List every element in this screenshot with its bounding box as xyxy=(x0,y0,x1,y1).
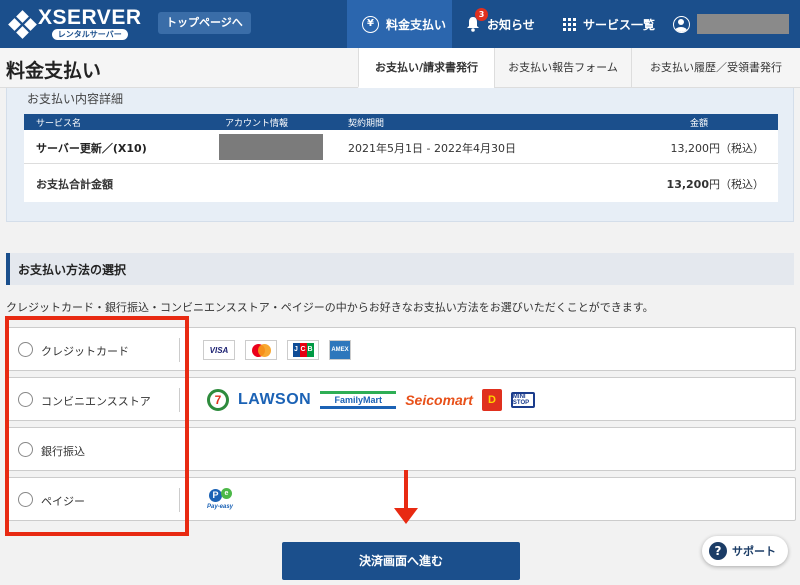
proceed-to-payment-button[interactable]: 決済画面へ進む xyxy=(282,542,520,580)
page-title: 料金支払い xyxy=(6,60,102,82)
jcb-icon: JCB xyxy=(287,340,319,360)
ministop-icon: MINI STOP xyxy=(510,392,535,408)
support-label: サポート xyxy=(732,545,776,558)
user-menu[interactable] xyxy=(673,0,795,48)
arrow-head-icon xyxy=(394,508,418,524)
account-info-redacted xyxy=(219,134,323,160)
user-name-redacted xyxy=(697,14,789,34)
seven-eleven-icon: 7 xyxy=(207,389,229,411)
nav-services-label: サービス一覧 xyxy=(583,17,656,32)
familymart-icon: FamilyMart xyxy=(320,391,397,409)
highlight-box xyxy=(5,316,189,536)
tab-payment-report[interactable]: お支払い報告フォーム xyxy=(494,48,631,88)
tab-payment-history[interactable]: お支払い履歴／受領書発行 xyxy=(631,48,800,88)
store-logos: 7 LAWSON FamilyMart Seicomart D MINI STO… xyxy=(207,378,544,422)
payment-description: クレジットカード・銀行振込・コンビニエンスストア・ペイジーの中からお好きなお支払… xyxy=(6,301,654,314)
user-icon xyxy=(673,15,690,33)
payment-method-section-header: お支払い方法の選択 xyxy=(6,253,794,285)
payeasy-logo: Pe Pay-easy xyxy=(207,478,237,522)
lawson-icon: LAWSON xyxy=(238,391,312,408)
grid-icon xyxy=(563,17,576,31)
top-page-button[interactable]: トップページへ xyxy=(158,12,251,34)
yen-icon: ¥ xyxy=(362,15,379,33)
nav-payment[interactable]: ¥ 料金支払い xyxy=(347,0,452,48)
details-table: サービス名 アカウント情報 契約期間 金額 サーバー更新／(X10) 2021年… xyxy=(24,114,778,202)
table-row: サーバー更新／(X10) 2021年5月1日 - 2022年4月30日 13,2… xyxy=(24,130,778,164)
details-title: お支払い内容詳細 xyxy=(27,92,124,106)
card-logos: VISA JCB AMEX xyxy=(203,328,361,372)
bell-icon: 3 xyxy=(466,8,488,32)
total-row: お支払合計金額 13,200円（税込） xyxy=(24,164,778,202)
nav-news[interactable]: 3 お知らせ xyxy=(466,0,548,48)
notification-badge: 3 xyxy=(475,8,488,21)
total-label: お支払合計金額 xyxy=(36,178,113,191)
mastercard-icon xyxy=(245,340,277,360)
logo-word: XSERVER xyxy=(38,6,142,29)
daily-yamazaki-icon: D xyxy=(481,389,502,411)
table-header: サービス名 アカウント情報 契約期間 金額 xyxy=(24,114,778,130)
amex-icon: AMEX xyxy=(329,340,351,360)
arrow-down-icon xyxy=(404,470,408,512)
total-amount: 13,200円（税込） xyxy=(666,178,764,191)
col-amount: 金額 xyxy=(690,119,709,129)
nav-payment-label: 料金支払い xyxy=(386,17,447,32)
xserver-logo[interactable]: XSERVER レンタルサーバー xyxy=(8,6,142,40)
top-navigation: XSERVER レンタルサーバー トップページへ ¥ 料金支払い 3 お知らせ … xyxy=(0,0,800,48)
service-name: サーバー更新／(X10) xyxy=(36,142,147,155)
seicomart-icon: Seicomart xyxy=(405,392,473,408)
payment-details-panel: お支払い内容詳細 サービス名 アカウント情報 契約期間 金額 サーバー更新／(X… xyxy=(6,88,794,222)
contract-period: 2021年5月1日 - 2022年4月30日 xyxy=(348,142,516,155)
visa-icon: VISA xyxy=(203,340,235,360)
section-title: お支払い方法の選択 xyxy=(18,263,127,277)
payeasy-icon: Pe Pay-easy xyxy=(207,488,234,510)
col-period: 契約期間 xyxy=(348,119,385,129)
page-header: 料金支払い お支払い/請求書発行 お支払い報告フォーム お支払い履歴／受領書発行 xyxy=(0,48,800,88)
col-account: アカウント情報 xyxy=(225,119,289,129)
nav-news-label: お知らせ xyxy=(487,17,535,32)
logo-mark-icon xyxy=(8,9,37,39)
col-service: サービス名 xyxy=(36,119,82,129)
logo-subtitle: レンタルサーバー xyxy=(51,29,128,40)
help-icon: ? xyxy=(709,542,727,560)
support-button[interactable]: ? サポート xyxy=(702,536,788,566)
nav-services[interactable]: サービス一覧 xyxy=(563,0,663,48)
tab-payment-invoice[interactable]: お支払い/請求書発行 xyxy=(358,48,494,88)
row-amount: 13,200円（税込） xyxy=(670,142,765,155)
